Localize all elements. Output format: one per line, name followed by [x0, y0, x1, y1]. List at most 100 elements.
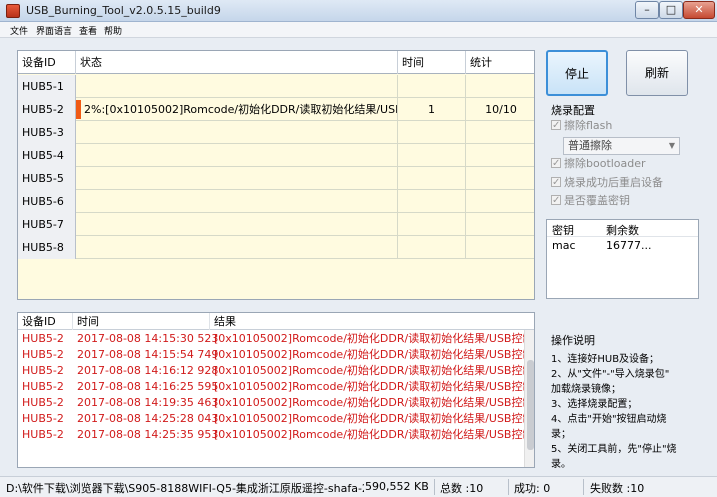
grid-row[interactable]: HUB5-3: [18, 121, 534, 144]
log-time: 2017-08-08 14:16:25 595: [77, 380, 219, 393]
reboot-after-checkbox[interactable]: 烧录成功后重启设备: [551, 175, 663, 191]
menu-language[interactable]: 界面语言: [36, 24, 72, 37]
help-line: 4、点击"开始"按钮启动烧: [551, 414, 667, 425]
key-list[interactable]: 密钥 剩余数 mac 16777...: [546, 219, 699, 299]
status-fail: 失败数 :10: [590, 482, 645, 495]
window-title: USB_Burning_Tool_v2.0.5.15_build9: [26, 4, 221, 17]
close-button[interactable]: ✕: [683, 1, 715, 19]
log-device-id: HUB5-2: [22, 396, 64, 409]
erase-flash-checkbox[interactable]: 擦除flash: [551, 118, 612, 134]
row-time: [398, 213, 466, 236]
device-grid[interactable]: 设备ID 状态 时间 统计 HUB5-1 HUB5-2 2%:[0x101050…: [17, 50, 535, 300]
grid-row[interactable]: HUB5-6: [18, 190, 534, 213]
log-device-id: HUB5-2: [22, 428, 64, 441]
log-row[interactable]: HUB5-2 2017-08-08 14:19:35 463 [0x101050…: [18, 395, 524, 411]
maximize-button[interactable]: □: [659, 1, 683, 19]
log-scrollbar[interactable]: [524, 330, 534, 467]
app-icon: [6, 4, 20, 18]
row-status: [76, 121, 398, 144]
row-time: [398, 144, 466, 167]
title-bar: USB_Burning_Tool_v2.0.5.15_build9 – □ ✕: [0, 0, 717, 22]
erase-mode-select[interactable]: 普通擦除 ▼: [563, 137, 680, 155]
erase-bootloader-checkbox[interactable]: 擦除bootloader: [551, 156, 646, 172]
minimize-button[interactable]: –: [635, 1, 659, 19]
header-status[interactable]: 状态: [76, 51, 398, 74]
menu-help[interactable]: 帮助: [104, 24, 122, 37]
grid-row[interactable]: HUB5-4: [18, 144, 534, 167]
menu-file[interactable]: 文件: [10, 24, 28, 37]
grid-row[interactable]: HUB5-8: [18, 236, 534, 259]
row-status: [76, 213, 398, 236]
row-count: [466, 144, 534, 167]
log-row[interactable]: HUB5-2 2017-08-08 14:15:54 749 [0x101050…: [18, 347, 524, 363]
row-device-id: HUB5-6: [18, 190, 76, 213]
row-device-id: HUB5-8: [18, 236, 76, 259]
log-list[interactable]: 设备ID 时间 结果 HUB5-2 2017-08-08 14:15:30 52…: [17, 312, 535, 468]
log-row[interactable]: HUB5-2 2017-08-08 14:16:12 928 [0x101050…: [18, 363, 524, 379]
row-time: [398, 75, 466, 98]
row-device-id: HUB5-4: [18, 144, 76, 167]
progress-indicator: [76, 100, 81, 119]
row-time: [398, 167, 466, 190]
key-header-divider: [547, 236, 698, 237]
erase-bootloader-label: 擦除bootloader: [564, 157, 646, 170]
grid-row[interactable]: HUB5-2 2%:[0x10105002]Romcode/初始化DDR/读取初…: [18, 98, 534, 121]
check-icon: [551, 156, 561, 172]
help-panel: 操作说明 1、连接好HUB及设备； 2、从"文件"-"导入烧录包" 加载烧录镜像…: [546, 332, 699, 470]
overwrite-key-checkbox[interactable]: 是否覆盖密钥: [551, 193, 630, 209]
row-device-id: HUB5-3: [18, 121, 76, 144]
log-time: 2017-08-08 14:19:35 463: [77, 396, 219, 409]
log-time: 2017-08-08 14:15:30 523: [77, 332, 219, 345]
log-row[interactable]: HUB5-2 2017-08-08 14:15:30 523 [0x101050…: [18, 331, 524, 347]
help-line: 1、连接好HUB及设备；: [551, 354, 660, 365]
log-header-result[interactable]: 结果: [210, 313, 524, 330]
status-package-path: D:\软件下载\浏览器下载\S905-8188WIFI-Q5-集成浙江原版遥控-…: [6, 482, 364, 495]
refresh-button[interactable]: 刷新: [626, 50, 688, 96]
menu-view[interactable]: 查看: [79, 24, 97, 37]
chevron-down-icon: ▼: [668, 141, 675, 150]
row-status: 2%:[0x10105002]Romcode/初始化DDR/读取初始化结果/US…: [76, 98, 398, 121]
grid-row[interactable]: HUB5-1: [18, 75, 534, 98]
log-header-time[interactable]: 时间: [73, 313, 210, 330]
log-time: 2017-08-08 14:25:28 043: [77, 412, 219, 425]
status-divider: [508, 479, 509, 495]
row-device-id: HUB5-7: [18, 213, 76, 236]
log-result: [0x10105002]Romcode/初始化DDR/读取初始化结果/USB控制…: [214, 412, 524, 425]
header-device-id[interactable]: 设备ID: [18, 51, 76, 74]
row-count: 10/10: [485, 103, 517, 116]
grid-row[interactable]: HUB5-7: [18, 213, 534, 236]
help-line: 2、从"文件"-"导入烧录包": [551, 369, 670, 380]
row-status: [76, 144, 398, 167]
key-name: mac: [552, 239, 576, 252]
reboot-after-label: 烧录成功后重启设备: [564, 176, 663, 189]
log-row[interactable]: HUB5-2 2017-08-08 14:25:35 953 [0x101050…: [18, 427, 524, 443]
check-icon: [551, 175, 561, 191]
log-result: [0x10105002]Romcode/初始化DDR/读取初始化结果/USB控制…: [214, 332, 524, 345]
help-line: 5、关闭工具前，先"停止"烧: [551, 444, 677, 455]
row-count: [466, 75, 534, 98]
log-time: 2017-08-08 14:15:54 749: [77, 348, 219, 361]
row-status: [76, 167, 398, 190]
log-result: [0x10105002]Romcode/初始化DDR/读取初始化结果/USB控制…: [214, 428, 524, 441]
log-result: [0x10105002]Romcode/初始化DDR/读取初始化结果/USB控制…: [214, 348, 524, 361]
row-time: [398, 121, 466, 144]
row-status: [76, 236, 398, 259]
log-device-id: HUB5-2: [22, 364, 64, 377]
status-package-size: 590,552 KB: [365, 480, 429, 493]
row-time: [398, 190, 466, 213]
status-divider: [583, 479, 584, 495]
status-success: 成功: 0: [514, 482, 551, 495]
log-scrollbar-thumb[interactable]: [527, 360, 534, 450]
burn-config-title: 烧录配置: [551, 104, 595, 117]
key-remaining: 16777...: [606, 239, 652, 252]
log-row[interactable]: HUB5-2 2017-08-08 14:16:25 595 [0x101050…: [18, 379, 524, 395]
header-count[interactable]: 统计: [466, 51, 534, 74]
header-time[interactable]: 时间: [398, 51, 466, 74]
erase-flash-label: 擦除flash: [564, 119, 613, 132]
help-line: 3、选择烧录配置；: [551, 399, 638, 410]
log-row[interactable]: HUB5-2 2017-08-08 14:25:28 043 [0x101050…: [18, 411, 524, 427]
grid-row[interactable]: HUB5-5: [18, 167, 534, 190]
stop-button[interactable]: 停止: [546, 50, 608, 96]
erase-mode-value: 普通擦除: [568, 139, 612, 152]
log-header-device-id[interactable]: 设备ID: [18, 313, 73, 330]
